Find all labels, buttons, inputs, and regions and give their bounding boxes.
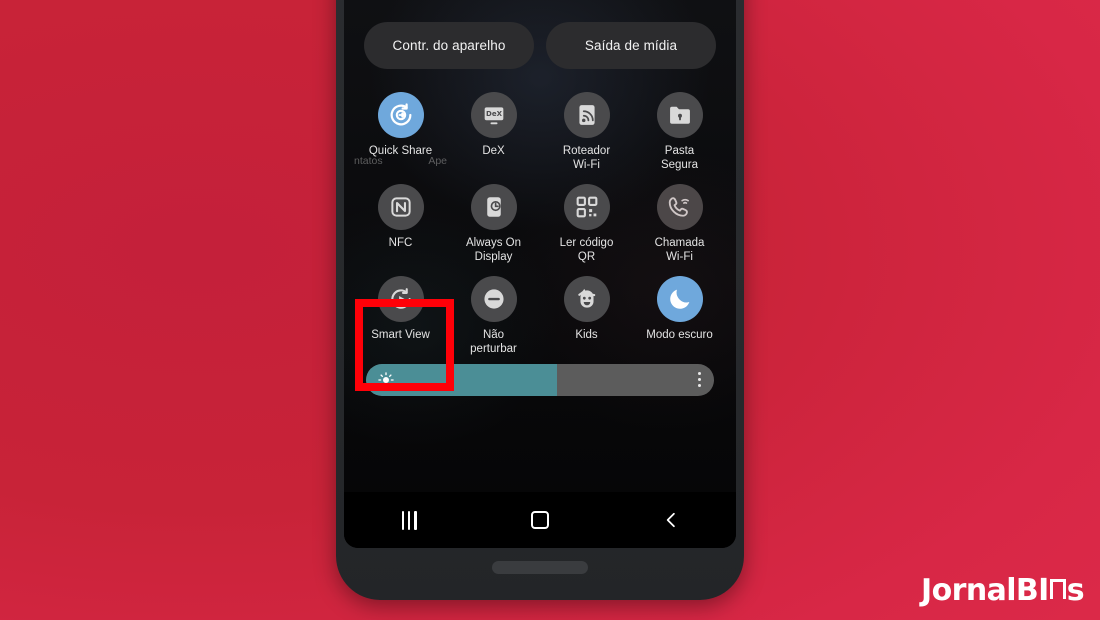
tile-label: NFC <box>388 237 413 249</box>
screenshot-root: Contr. do aparelho Saída de mídia Quick … <box>0 0 1100 620</box>
media-output-label: Saída de mídia <box>584 38 678 53</box>
tile-always-on-display[interactable]: Always On Display <box>447 184 540 264</box>
always-on-display-icon <box>470 184 517 230</box>
more-options-icon[interactable] <box>698 372 701 387</box>
secure-folder-icon <box>656 92 703 138</box>
tile-do-not-disturb[interactable]: Não perturbar <box>447 276 540 356</box>
tile-secure-folder[interactable]: Pasta Segura <box>633 92 726 172</box>
ghost-label-right: Ape <box>428 155 447 167</box>
tile-quick-share[interactable]: Quick Share ntatos Ape <box>354 92 447 172</box>
navigation-bar <box>344 492 736 548</box>
back-icon[interactable] <box>641 500 701 540</box>
tile-label: Always On Display <box>466 237 521 263</box>
tile-label: Ler código QR <box>559 237 614 263</box>
tile-nfc[interactable]: NFC <box>354 184 447 264</box>
nfc-icon <box>377 184 424 230</box>
dark-mode-icon <box>656 276 703 322</box>
hotspot-icon <box>563 92 610 138</box>
qr-code-icon <box>563 184 610 230</box>
tile-qr-scanner[interactable]: Ler código QR <box>540 184 633 264</box>
watermark-jornalbits: JornalBI s <box>921 573 1085 608</box>
phone-screen: Contr. do aparelho Saída de mídia Quick … <box>344 0 736 548</box>
smart-view-highlight-box <box>355 299 454 391</box>
device-controls-label: Contr. do aparelho <box>392 38 506 53</box>
kids-mode-icon <box>563 276 610 322</box>
device-controls-button[interactable]: Contr. do aparelho <box>364 22 534 69</box>
ghost-label-left: ntatos <box>354 155 383 167</box>
home-icon[interactable] <box>510 500 570 540</box>
quick-share-icon <box>377 92 424 138</box>
tile-label: Chamada Wi-Fi <box>654 237 705 263</box>
dex-icon: DeX <box>470 92 517 138</box>
watermark-text-a: JornalBI <box>921 573 1049 608</box>
media-output-button[interactable]: Saída de mídia <box>546 22 716 69</box>
quick-settings-panel: Contr. do aparelho Saída de mídia Quick … <box>344 0 736 548</box>
recents-icon[interactable] <box>379 500 439 540</box>
tile-dex[interactable]: DeX DeX <box>447 92 540 172</box>
home-indicator-pill <box>492 561 588 574</box>
tile-label: Kids <box>575 329 598 341</box>
tile-dark-mode[interactable]: Modo escuro <box>633 276 726 356</box>
ghost-labels: ntatos Ape <box>354 155 447 167</box>
watermark-text-b: s <box>1066 573 1085 608</box>
wifi-calling-icon <box>656 184 703 230</box>
quick-panel-pill-row: Contr. do aparelho Saída de mídia <box>364 22 716 69</box>
tile-label: Pasta Segura <box>660 145 699 171</box>
tile-label: Não perturbar <box>470 329 517 355</box>
svg-text:DeX: DeX <box>486 110 503 118</box>
do-not-disturb-icon <box>470 276 517 322</box>
tile-hotspot[interactable]: Roteador Wi-Fi <box>540 92 633 172</box>
tile-kids-mode[interactable]: Kids <box>540 276 633 356</box>
tile-label: Modo escuro <box>646 329 713 341</box>
tile-label: DeX <box>482 145 505 157</box>
tile-wifi-calling[interactable]: Chamada Wi-Fi <box>633 184 726 264</box>
tile-label: Roteador Wi-Fi <box>562 145 611 171</box>
watermark-t-glyph <box>1049 579 1066 599</box>
